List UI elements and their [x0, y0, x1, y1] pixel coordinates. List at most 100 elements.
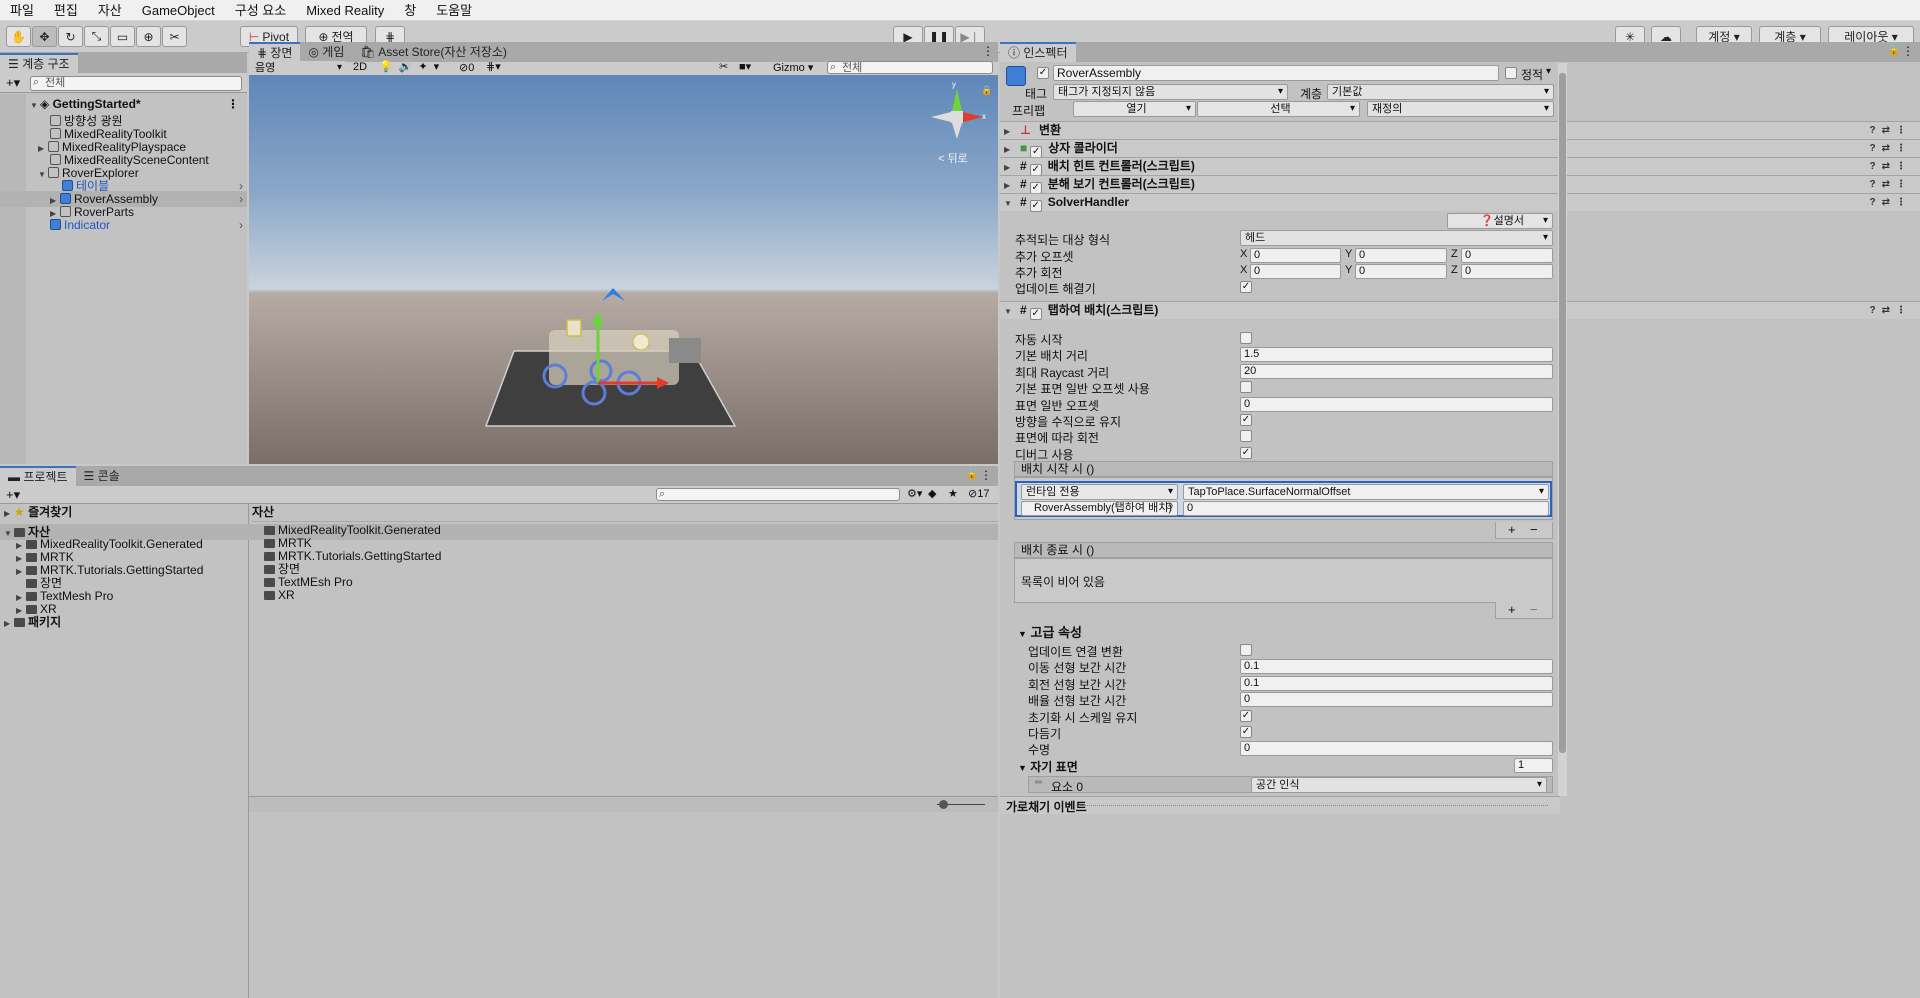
- static-dropdown-icon[interactable]: ▾: [1546, 66, 1551, 77]
- expand-arrow-icon[interactable]: ▶: [1004, 159, 1014, 176]
- intercept-events-bar[interactable]: 가로채기 이벤트: [1000, 796, 1560, 814]
- runtime-mode-dropdown[interactable]: 런타임 전용: [1021, 484, 1178, 500]
- scene-search-input[interactable]: 전체: [827, 61, 993, 74]
- rotate-tool-icon[interactable]: ↻: [58, 26, 83, 47]
- menu-component[interactable]: 구성 요소: [225, 0, 296, 21]
- zoom-slider-handle[interactable]: [939, 800, 948, 809]
- component-solver-handler[interactable]: ▼ # ✓ SolverHandler ?⇄⋮: [1000, 193, 1920, 212]
- tools-icon[interactable]: ✂: [719, 60, 728, 73]
- tab-inspector[interactable]: ⓘ 인스펙터: [1000, 42, 1076, 62]
- chevron-right-icon[interactable]: ›: [239, 217, 243, 233]
- menu-mixed-reality[interactable]: Mixed Reality: [296, 0, 394, 21]
- hidden-objects-toggle[interactable]: ⊘0: [459, 61, 474, 74]
- property-checkbox[interactable]: ✓: [1240, 414, 1252, 426]
- object-name-field[interactable]: RoverAssembly: [1053, 65, 1499, 81]
- menu-window[interactable]: 창: [394, 0, 426, 21]
- property-value-field[interactable]: 0: [1240, 741, 1553, 757]
- expand-arrow-icon[interactable]: ▼: [1004, 195, 1014, 212]
- transform-tool-icon[interactable]: ⊕: [136, 26, 161, 47]
- add-icon[interactable]: +▾: [6, 75, 20, 91]
- component-enabled-checkbox[interactable]: ✓: [1029, 200, 1042, 212]
- magnetic-surfaces-count-field[interactable]: 1: [1514, 758, 1553, 773]
- remove-event-button[interactable]: −: [1530, 602, 1538, 617]
- offset-x-field[interactable]: 0: [1250, 248, 1341, 263]
- menu-gameobject[interactable]: GameObject: [132, 0, 225, 21]
- property-checkbox[interactable]: [1240, 430, 1252, 443]
- filter-type-icon[interactable]: ⚙▾: [907, 487, 922, 500]
- breadcrumb-assets[interactable]: 자산: [252, 505, 274, 519]
- docs-button[interactable]: ❓설명서: [1447, 213, 1553, 229]
- component-header-icons[interactable]: ?⇄⋮: [1870, 302, 1913, 319]
- add-event-button[interactable]: +: [1508, 602, 1516, 617]
- property-value-field[interactable]: 0: [1240, 692, 1553, 708]
- menu-assets[interactable]: 자산: [88, 0, 132, 21]
- property-checkbox[interactable]: [1240, 332, 1252, 344]
- audio-icon[interactable]: 🔊: [399, 61, 419, 73]
- property-checkbox[interactable]: [1240, 644, 1252, 656]
- property-checkbox[interactable]: [1240, 381, 1252, 394]
- component-header-icons[interactable]: ?⇄⋮: [1870, 140, 1913, 157]
- static-checkbox[interactable]: [1505, 67, 1517, 79]
- advanced-properties-foldout[interactable]: ▼ 고급 속성: [1018, 622, 1082, 641]
- scale-tool-icon[interactable]: ⤡: [84, 26, 109, 47]
- effects-icon[interactable]: ✦▾: [418, 61, 445, 73]
- lock-icon[interactable]: 🔒: [966, 469, 978, 480]
- expand-arrow-icon[interactable]: ▶: [1004, 123, 1014, 140]
- property-checkbox[interactable]: ✓: [1240, 726, 1252, 738]
- add-icon[interactable]: +▾: [6, 487, 20, 503]
- menu-help[interactable]: 도움말: [426, 0, 482, 21]
- component-header-icons[interactable]: ?⇄⋮: [1870, 122, 1913, 139]
- packages-row[interactable]: ▶ 패키지: [0, 614, 998, 630]
- custom-tool-icon[interactable]: ✂: [162, 26, 187, 47]
- component-transform[interactable]: ▶ ⊥ 변환 ?⇄⋮: [1000, 121, 1920, 139]
- expand-arrow-icon[interactable]: ▶: [4, 506, 14, 522]
- scene-view-toggles[interactable]: 💡🔊✦▾: [379, 60, 445, 73]
- drag-handle-icon[interactable]: ═: [1035, 777, 1042, 788]
- inspector-scrollbar-thumb[interactable]: [1559, 73, 1566, 753]
- expand-arrow-icon[interactable]: ▼: [1004, 303, 1014, 320]
- component-enabled-checkbox[interactable]: ✓: [1029, 308, 1042, 320]
- rect-tool-icon[interactable]: ▭: [110, 26, 135, 47]
- hand-tool-icon[interactable]: ✋: [6, 26, 31, 47]
- property-value-field[interactable]: 1.5: [1240, 347, 1553, 363]
- lighting-icon[interactable]: 💡: [379, 61, 399, 73]
- tag-dropdown[interactable]: 태그가 지정되지 않음: [1053, 84, 1288, 100]
- camera-icon[interactable]: ■▾: [739, 60, 751, 73]
- property-value-field[interactable]: 20: [1240, 363, 1553, 379]
- component-box-collider[interactable]: ▶ ■ ✓ 상자 콜라이더 ?⇄⋮: [1000, 139, 1920, 158]
- inspector-scrollbar[interactable]: [1558, 63, 1567, 796]
- remove-event-button[interactable]: −: [1530, 522, 1538, 537]
- gizmo-dropdown[interactable]: Gizmo ▾: [773, 61, 813, 74]
- favorite-star-icon[interactable]: ★: [948, 487, 958, 500]
- prefab-select-button[interactable]: 선택: [1197, 101, 1360, 117]
- prefab-open-button[interactable]: 열기: [1073, 101, 1196, 117]
- component-placement-hint[interactable]: ▶ # ✓ 배치 힌트 컨트롤러(스크립트) ?⇄⋮: [1000, 157, 1920, 176]
- property-checkbox[interactable]: ✓: [1240, 446, 1252, 459]
- rotation-x-field[interactable]: 0: [1250, 264, 1341, 279]
- property-value-field[interactable]: 0: [1240, 396, 1553, 412]
- lock-icon[interactable]: 🔒: [1888, 45, 1900, 56]
- add-event-button[interactable]: +: [1508, 522, 1516, 537]
- prefab-overrides-dropdown[interactable]: 재정의: [1367, 101, 1554, 117]
- update-solvers-checkbox[interactable]: ✓: [1240, 281, 1252, 293]
- hierarchy-item-indicator[interactable]: Indicator ›: [0, 217, 247, 233]
- hierarchy-search-input[interactable]: 전체: [30, 76, 242, 91]
- expand-arrow-icon[interactable]: ▶: [1004, 141, 1014, 158]
- event-target-field[interactable]: RoverAssembly(탭하여 배치): [1021, 501, 1178, 516]
- menu-edit[interactable]: 편집: [44, 0, 88, 21]
- view-orientation-label[interactable]: < 뒤로: [938, 150, 968, 166]
- component-header-icons[interactable]: ?⇄⋮: [1870, 158, 1913, 175]
- hidden-packages-toggle[interactable]: ⊘17: [968, 487, 989, 500]
- property-value-field[interactable]: 0.1: [1240, 659, 1553, 675]
- expand-arrow-icon[interactable]: ▶: [1004, 177, 1014, 194]
- rotation-z-field[interactable]: 0: [1461, 264, 1553, 279]
- tab-scene[interactable]: ⋕ 장면: [249, 42, 301, 62]
- scene-menu-icon[interactable]: ⋮: [227, 96, 239, 112]
- component-explode-view[interactable]: ▶ # ✓ 분해 보기 컨트롤러(스크립트) ?⇄⋮: [1000, 175, 1920, 194]
- property-value-field[interactable]: 0.1: [1240, 675, 1553, 691]
- scene-menu-icon[interactable]: ⋮: [982, 44, 994, 58]
- scene-root-row[interactable]: ▼ ◈ GettingStarted* ⋮: [0, 96, 247, 112]
- event-argument-field[interactable]: 0: [1183, 501, 1549, 516]
- layer-dropdown[interactable]: 기본값: [1327, 84, 1554, 100]
- mode-2d-button[interactable]: 2D: [353, 61, 367, 73]
